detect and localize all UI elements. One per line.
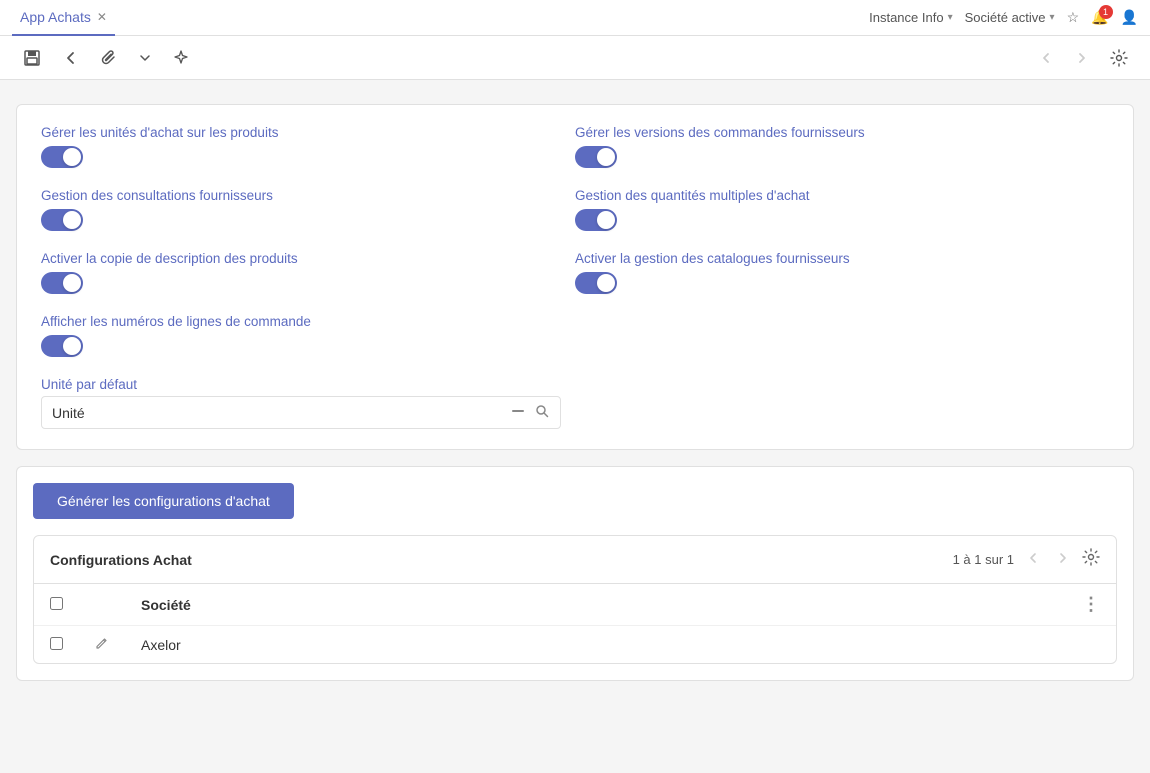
row-societe-value-1: Axelor xyxy=(141,637,181,653)
toggle-2[interactable] xyxy=(41,209,83,231)
settings-grid: Gérer les unités d'achat sur les produit… xyxy=(41,125,1109,429)
col-header-edit xyxy=(79,584,125,626)
societe-active-label: Société active xyxy=(965,10,1046,25)
toggle-wrapper-5 xyxy=(575,146,1109,168)
setting-item-2: Gestion des consultations fournisseurs xyxy=(41,188,575,231)
col-header-societe: Société xyxy=(125,584,1066,626)
societe-active-link[interactable]: Société active ▾ xyxy=(965,10,1055,25)
toggle-wrapper-2 xyxy=(41,209,575,231)
toggle-wrapper-3 xyxy=(41,272,575,294)
unit-value: Unité xyxy=(52,405,510,421)
setting-item-6: Gestion des quantités multiples d'achat xyxy=(575,188,1109,231)
tab-close-icon[interactable]: ✕ xyxy=(97,10,107,24)
instance-info-label: Instance Info xyxy=(869,10,943,25)
toggle-wrapper-7 xyxy=(575,272,1109,294)
dropdown-button[interactable] xyxy=(132,47,158,69)
select-all-checkbox[interactable] xyxy=(50,597,63,610)
settings-card: Gérer les unités d'achat sur les produit… xyxy=(16,104,1134,450)
unit-field-icons xyxy=(510,403,550,422)
toolbar xyxy=(0,36,1150,80)
row-more-cell xyxy=(1066,626,1116,664)
table-next-btn[interactable] xyxy=(1052,549,1074,570)
settings-col-left: Gérer les unités d'achat sur les produit… xyxy=(41,125,575,429)
toggle-wrapper-4 xyxy=(41,335,575,357)
nav-next-button[interactable] xyxy=(1068,46,1096,70)
nav-prev-button[interactable] xyxy=(1032,46,1060,70)
toggle-1[interactable] xyxy=(41,146,83,168)
toggle-5[interactable] xyxy=(575,146,617,168)
main-content: Gérer les unités d'achat sur les produit… xyxy=(0,80,1150,721)
setting-label-1: Gérer les unités d'achat sur les produit… xyxy=(41,125,575,140)
setting-label-6: Gestion des quantités multiples d'achat xyxy=(575,188,1109,203)
instance-info-link[interactable]: Instance Info ▾ xyxy=(869,10,952,25)
setting-label-7: Activer la gestion des catalogues fourni… xyxy=(575,251,1109,266)
row-edit-btn-1[interactable] xyxy=(95,636,109,653)
col-header-more: ⋮ xyxy=(1066,584,1116,626)
setting-label-5: Gérer les versions des commandes fournis… xyxy=(575,125,1109,140)
attach-button[interactable] xyxy=(94,45,124,71)
configurations-table-section: Configurations Achat 1 à 1 sur 1 xyxy=(33,535,1117,664)
magic-button[interactable] xyxy=(166,45,196,71)
save-button[interactable] xyxy=(16,44,48,72)
col-header-check xyxy=(34,584,79,626)
table-settings-gear[interactable] xyxy=(1082,548,1100,571)
clear-field-icon[interactable] xyxy=(510,403,526,422)
setting-item-3: Activer la copie de description des prod… xyxy=(41,251,575,294)
row-checkbox-1[interactable] xyxy=(50,637,63,650)
setting-item-1: Gérer les unités d'achat sur les produit… xyxy=(41,125,575,168)
top-bar: App Achats ✕ Instance Info ▾ Société act… xyxy=(0,0,1150,36)
settings-gear-button[interactable] xyxy=(1104,45,1134,71)
setting-label-2: Gestion des consultations fournisseurs xyxy=(41,188,575,203)
tab-label: App Achats xyxy=(20,9,91,25)
row-edit-cell xyxy=(79,626,125,664)
unit-field: Unité par défaut Unité xyxy=(41,377,575,429)
setting-label-4: Afficher les numéros de lignes de comman… xyxy=(41,314,575,329)
column-more-btn[interactable]: ⋮ xyxy=(1082,594,1100,615)
row-societe-cell: Axelor xyxy=(125,626,1066,664)
table-nav: 1 à 1 sur 1 xyxy=(953,548,1100,571)
search-field-icon[interactable] xyxy=(534,403,550,422)
unit-input-wrapper: Unité xyxy=(41,396,561,429)
table-prev-btn[interactable] xyxy=(1022,549,1044,570)
row-check-cell xyxy=(34,626,79,664)
tab-app-achats[interactable]: App Achats ✕ xyxy=(12,0,115,36)
generate-btn[interactable]: Générer les configurations d'achat xyxy=(33,483,294,519)
star-icon[interactable]: ☆ xyxy=(1067,9,1080,26)
configurations-table: Société ⋮ xyxy=(34,584,1116,663)
toolbar-left xyxy=(16,44,196,72)
settings-col-right: Gérer les versions des commandes fournis… xyxy=(575,125,1109,429)
toggle-4[interactable] xyxy=(41,335,83,357)
table-title: Configurations Achat xyxy=(50,552,192,568)
societe-active-chevron: ▾ xyxy=(1050,12,1055,23)
back-button[interactable] xyxy=(56,45,86,71)
setting-item-5: Gérer les versions des commandes fournis… xyxy=(575,125,1109,168)
configurations-section: Générer les configurations d'achat Confi… xyxy=(16,466,1134,681)
top-bar-right: Instance Info ▾ Société active ▾ ☆ 🔔 1 👤 xyxy=(869,9,1138,26)
toggle-6[interactable] xyxy=(575,209,617,231)
toggle-wrapper-6 xyxy=(575,209,1109,231)
toggle-7[interactable] xyxy=(575,272,617,294)
setting-label-3: Activer la copie de description des prod… xyxy=(41,251,575,266)
table-header: Configurations Achat 1 à 1 sur 1 xyxy=(34,536,1116,584)
setting-item-4: Afficher les numéros de lignes de comman… xyxy=(41,314,575,357)
bell-badge: 1 xyxy=(1099,5,1113,19)
toggle-wrapper-1 xyxy=(41,146,575,168)
setting-item-7: Activer la gestion des catalogues fourni… xyxy=(575,251,1109,294)
table-header-row: Société ⋮ xyxy=(34,584,1116,626)
bell-wrapper: 🔔 1 xyxy=(1091,9,1108,26)
toggle-3[interactable] xyxy=(41,272,83,294)
unit-label: Unité par défaut xyxy=(41,377,575,392)
instance-info-chevron: ▾ xyxy=(948,12,953,23)
toolbar-right xyxy=(1032,45,1134,71)
top-bar-left: App Achats ✕ xyxy=(12,0,115,36)
table-pagination: 1 à 1 sur 1 xyxy=(953,552,1014,567)
user-avatar-icon[interactable]: 👤 xyxy=(1121,9,1138,26)
table-row: Axelor xyxy=(34,626,1116,664)
